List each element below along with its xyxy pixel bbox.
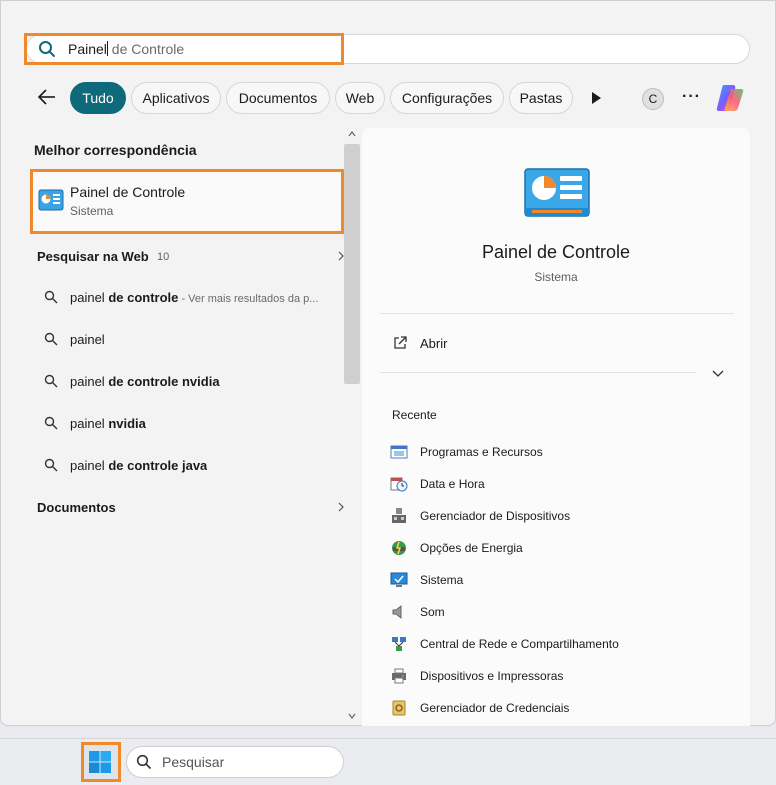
more-filters-play-icon[interactable] [592,92,601,104]
web-result-text: painel [70,331,105,347]
back-arrow-icon[interactable] [36,86,58,108]
web-result-hint: - Ver mais resultados da p... [178,292,319,305]
credential-manager-icon [392,700,406,716]
search-suggestion-text: de Controle [107,41,185,57]
recent-item-label: Data e Hora [420,477,485,491]
sound-icon [392,604,402,620]
divider [380,313,734,314]
recent-item[interactable]: Central de Rede e Compartilhamento [390,632,619,656]
documents-header: Documentos [37,500,116,515]
copilot-icon[interactable] [714,82,746,114]
network-center-icon [392,637,406,651]
divider [380,372,696,373]
search-icon [44,458,58,472]
system-icon [390,572,408,587]
web-result-text: painel [70,289,109,305]
search-icon [136,754,152,770]
recent-item[interactable]: Sistema [390,568,463,592]
web-result-text: painel [70,415,109,431]
recent-item-label: Som [420,605,445,619]
filter-tab-documents[interactable]: Documentos [226,82,330,114]
search-typed-text: Painel [68,41,107,57]
filter-tab-all[interactable]: Tudo [70,82,126,114]
date-time-icon [390,477,408,492]
open-external-icon [394,336,407,349]
web-result-bold-text: de controle nvidia [108,373,220,389]
search-icon [44,290,58,304]
recent-header: Recente [392,408,437,422]
recent-item[interactable]: Programas e Recursos [390,440,543,464]
recent-item[interactable]: Dispositivos e Impressoras [390,664,563,688]
web-result-bold-text: de controle java [108,457,208,473]
web-result-bold-text: nvidia [108,415,146,431]
filter-tab-settings[interactable]: Configurações [390,82,504,114]
web-result-item[interactable]: painel nvidia [34,408,340,438]
account-avatar[interactable]: C [642,88,664,110]
chevron-down-icon[interactable] [712,368,724,378]
filter-tab-apps[interactable]: Aplicativos [131,82,221,114]
recent-item[interactable]: Gerenciador de Dispositivos [390,504,570,528]
more-options-button[interactable]: ··· [682,88,701,106]
search-icon [44,374,58,388]
recent-item-label: Programas e Recursos [420,445,543,459]
search-icon [44,332,58,346]
windows-logo-icon [89,751,111,773]
web-results-count: 10 [157,251,170,263]
web-result-text: painel [70,457,109,473]
web-result-text: painel [70,373,109,389]
filter-tab-folders[interactable]: Pastas [509,82,573,114]
web-result-item[interactable]: painel de controle nvidia [34,366,340,396]
taskbar-search-box[interactable] [126,746,344,778]
taskbar-search-placeholder: Pesquisar [162,754,225,770]
best-match-title: Painel de Controle [70,184,186,200]
recent-item[interactable]: Data e Hora [390,472,485,496]
recent-item-label: Dispositivos e Impressoras [420,669,564,683]
web-result-item[interactable]: painel [34,324,340,354]
open-action[interactable]: Abrir [380,326,734,360]
best-match-result[interactable] [30,169,344,234]
recent-item-label: Gerenciador de Dispositivos [420,509,571,523]
web-result-bold-text: de controle [108,289,179,305]
open-label: Abrir [420,335,448,351]
detail-subtitle: Sistema [534,270,578,284]
best-match-subtitle: Sistema [70,204,114,218]
devices-printers-icon [392,668,406,684]
recent-item[interactable]: Opções de Energia [390,536,523,560]
search-input[interactable]: Painel de Controle [68,41,184,57]
web-result-item[interactable]: painel de controle - Ver mais resultados… [34,282,340,312]
scroll-up-icon[interactable] [348,130,356,138]
control-panel-icon [38,189,64,211]
filter-tab-web[interactable]: Web [335,82,385,114]
recent-item-label: Sistema [420,573,464,587]
search-icon [39,41,55,57]
recent-item-label: Gerenciador de Credenciais [420,701,570,715]
best-match-header: Melhor correspondência [34,142,197,158]
power-options-icon [392,541,406,555]
web-search-header: Pesquisar na Web [37,249,149,264]
recent-item[interactable]: Som [390,600,445,624]
detail-title: Painel de Controle [481,242,631,262]
control-panel-large-icon [524,168,590,217]
web-result-item[interactable]: painel de controle java [34,450,340,480]
scroll-down-icon[interactable] [348,712,356,720]
recent-item-label: Opções de Energia [420,541,523,555]
programs-features-icon [390,445,408,459]
scrollbar-thumb[interactable] [344,144,360,384]
search-icon [44,416,58,430]
recent-item-label: Central de Rede e Compartilhamento [420,637,619,651]
device-manager-icon [392,508,406,523]
recent-item[interactable]: Gerenciador de Credenciais [390,696,569,720]
